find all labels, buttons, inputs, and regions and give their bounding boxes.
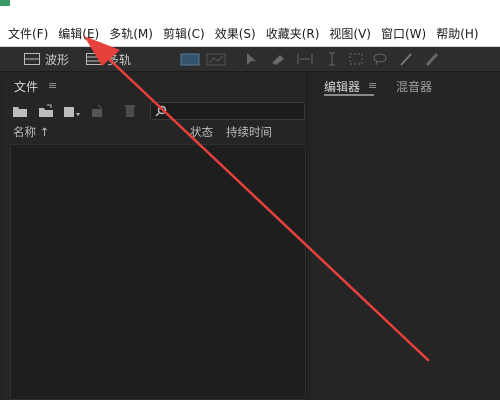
- spot-heal-icon[interactable]: [424, 51, 440, 67]
- multitrack-icon: [86, 53, 102, 65]
- menu-file[interactable]: 文件(F): [0, 22, 53, 46]
- multitrack-mode-button[interactable]: 多轨: [86, 49, 131, 69]
- marquee-tool-icon[interactable]: [348, 51, 364, 67]
- multitrack-mode-label: 多轨: [107, 52, 132, 67]
- editor-panel-menu-icon[interactable]: ≡: [368, 79, 377, 92]
- menu-bar: 文件(F) 编辑(E) 多轨(M) 剪辑(C) 效果(S) 收藏夹(R) 视图(…: [0, 22, 500, 47]
- delete-icon[interactable]: [122, 103, 138, 119]
- spectral-view-icon[interactable]: [206, 51, 226, 67]
- insert-icon[interactable]: [90, 103, 110, 119]
- slip-tool-icon[interactable]: [296, 51, 314, 67]
- files-panel-menu-icon[interactable]: ≡: [48, 79, 57, 92]
- waveform-view-icon[interactable]: [180, 51, 200, 67]
- move-tool-icon[interactable]: [244, 51, 260, 67]
- tab-mixer[interactable]: 混音器: [396, 78, 432, 95]
- menu-view[interactable]: 视图(V): [324, 22, 376, 46]
- menu-edit[interactable]: 编辑(E): [53, 22, 104, 46]
- tab-editor[interactable]: 编辑器: [324, 78, 360, 95]
- menu-clip[interactable]: 剪辑(C): [158, 22, 210, 46]
- search-icon: [155, 105, 167, 117]
- window-titlebar: [0, 0, 500, 22]
- editor-panel: 编辑器 ≡ 混音器: [312, 74, 500, 400]
- files-panel: 文件 ≡ 名称 ↑ 状态 持续时间: [4, 74, 307, 400]
- waveform-icon: [24, 53, 40, 65]
- menu-effects[interactable]: 效果(S): [210, 22, 261, 46]
- waveform-mode-label: 波形: [45, 52, 70, 67]
- menu-favorites[interactable]: 收藏夹(R): [261, 22, 325, 46]
- lasso-tool-icon[interactable]: [372, 51, 388, 67]
- brush-tool-icon[interactable]: [398, 51, 414, 67]
- new-file-icon[interactable]: [62, 103, 82, 119]
- open-folder-icon[interactable]: [12, 103, 28, 119]
- column-name[interactable]: 名称 ↑: [13, 124, 49, 140]
- razor-tool-icon[interactable]: [270, 51, 286, 67]
- editor-panel-header: 编辑器 ≡ 混音器: [312, 74, 500, 96]
- files-panel-title[interactable]: 文件: [14, 78, 38, 95]
- menu-multitrack[interactable]: 多轨(M): [104, 22, 158, 46]
- files-panel-header: 文件 ≡: [4, 74, 306, 96]
- time-selection-icon[interactable]: [324, 51, 340, 67]
- files-search-input[interactable]: [150, 102, 305, 120]
- menu-help[interactable]: 帮助(H): [431, 22, 483, 46]
- main-toolbar: 波形 多轨: [0, 47, 500, 72]
- import-icon[interactable]: [38, 103, 54, 119]
- app-logo: [0, 0, 10, 6]
- column-status[interactable]: 状态: [190, 124, 213, 140]
- waveform-mode-button[interactable]: 波形: [24, 49, 69, 69]
- menu-window[interactable]: 窗口(W): [376, 22, 431, 46]
- tab-editor-underline: [324, 94, 374, 96]
- column-duration[interactable]: 持续时间: [226, 124, 272, 140]
- files-list[interactable]: [10, 144, 306, 400]
